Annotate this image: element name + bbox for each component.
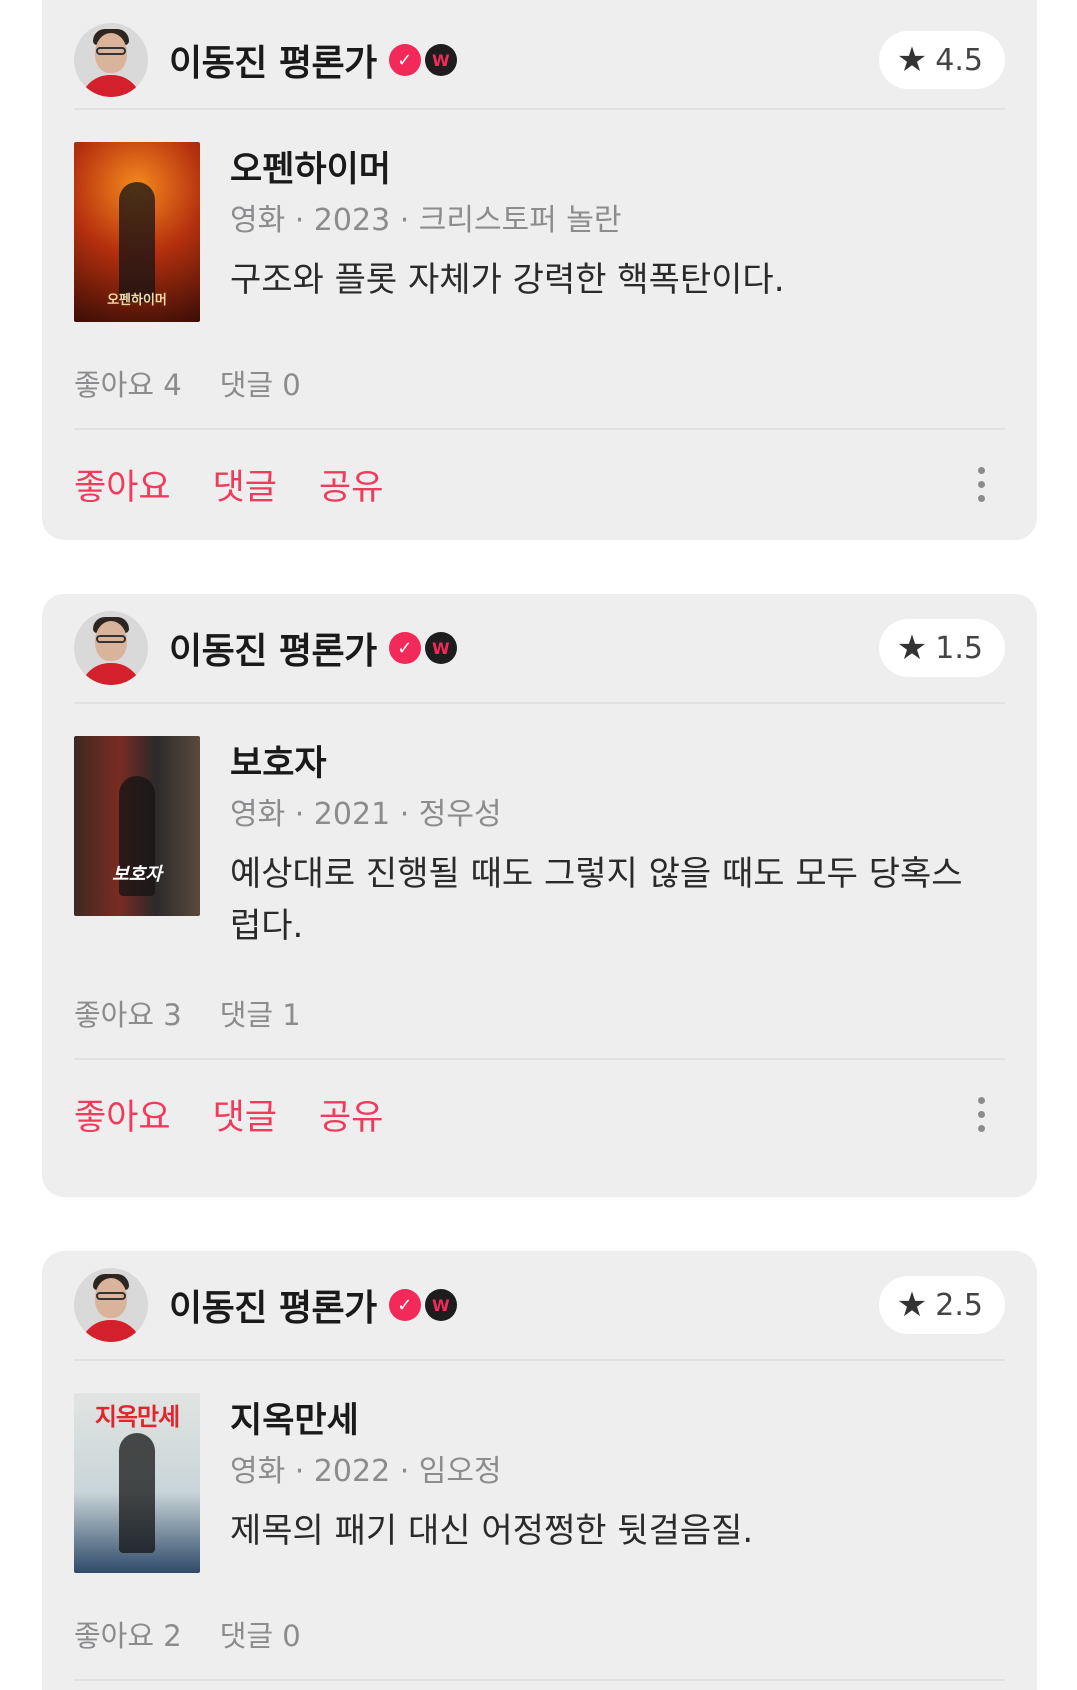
review-card: 이동진 평론가 ✓ W ★ 2.5 지옥만세 지옥만세 영화 · 2022 · … — [42, 1251, 1037, 1690]
verified-badge-icon: ✓ — [388, 44, 421, 76]
review-body[interactable]: 지옥만세 지옥만세 영화 · 2022 · 임오정 제목의 패기 대신 어정쩡한… — [74, 1361, 1005, 1573]
movie-title[interactable]: 지옥만세 — [230, 1399, 1005, 1443]
review-card: 이동진 평론가 ✓ W ★ 1.5 보호자 보호자 영화 · 2021 · 정우… — [42, 594, 1037, 1197]
like-button[interactable]: 좋아요 — [74, 1089, 171, 1140]
movie-poster[interactable]: 보호자 — [74, 736, 200, 916]
like-count: 좋아요 2 — [74, 1619, 182, 1653]
rating-pill: ★ 4.5 — [878, 31, 1005, 89]
like-count: 좋아요 3 — [74, 998, 182, 1032]
critic-name[interactable]: 이동진 평론가 — [169, 1279, 377, 1331]
review-stats: 좋아요 3 댓글 1 — [74, 952, 1005, 1060]
rating-value: 4.5 — [935, 42, 983, 78]
review-stats: 좋아요 4 댓글 0 — [74, 322, 1005, 430]
review-comment[interactable]: 구조와 플롯 자체가 강력한 핵폭탄이다. — [230, 254, 1005, 306]
review-comment[interactable]: 예상대로 진행될 때도 그렇지 않을 때도 모두 당혹스럽다. — [230, 848, 1005, 952]
movie-title[interactable]: 보호자 — [230, 742, 1005, 786]
more-vertical-icon[interactable] — [971, 466, 991, 502]
comment-button[interactable]: 댓글 — [213, 459, 277, 510]
review-body[interactable]: 오펜하이머 오펜하이머 영화 · 2023 · 크리스토퍼 놀란 구조와 플롯 … — [74, 110, 1005, 322]
review-feed: 이동진 평론가 ✓ W ★ 4.5 오펜하이머 오펜하이머 영화 · 2023 … — [0, 0, 1077, 1690]
rating-value: 2.5 — [935, 1287, 983, 1323]
movie-meta: 영화 · 2023 · 크리스토퍼 놀란 — [230, 203, 622, 238]
watcha-badge-icon: W — [424, 1289, 457, 1321]
star-icon: ★ — [896, 40, 928, 80]
poster-title: 지옥만세 — [94, 1403, 180, 1431]
review-stats: 좋아요 2 댓글 0 — [74, 1573, 1005, 1681]
review-actions: 좋아요 댓글 공유 — [74, 1060, 1005, 1168]
movie-meta: 영화 · 2022 · 임오정 — [230, 1454, 502, 1489]
more-vertical-icon[interactable] — [971, 1096, 991, 1132]
review-body[interactable]: 보호자 보호자 영화 · 2021 · 정우성 예상대로 진행될 때도 그렇지 … — [74, 704, 1005, 952]
comment-count: 댓글 0 — [219, 1619, 301, 1653]
share-button[interactable]: 공유 — [319, 459, 383, 510]
review-card: 이동진 평론가 ✓ W ★ 4.5 오펜하이머 오펜하이머 영화 · 2023 … — [42, 0, 1037, 540]
star-icon: ★ — [896, 1285, 928, 1325]
poster-title: 보호자 — [112, 864, 162, 885]
rating-pill: ★ 1.5 — [878, 619, 1005, 677]
critic-name[interactable]: 이동진 평론가 — [169, 34, 377, 86]
verified-badge-icon: ✓ — [388, 632, 421, 664]
comment-count: 댓글 0 — [219, 368, 301, 402]
poster-title: 오펜하이머 — [107, 293, 167, 308]
watcha-badge-icon: W — [424, 632, 457, 664]
like-count: 좋아요 4 — [74, 368, 182, 402]
rating-value: 1.5 — [935, 630, 983, 666]
review-comment[interactable]: 제목의 패기 대신 어정쩡한 뒷걸음질. — [230, 1505, 1005, 1557]
star-icon: ★ — [896, 628, 928, 668]
review-actions: 좋아요 댓글 공유 — [74, 430, 1005, 538]
critic-name[interactable]: 이동진 평론가 — [169, 622, 377, 674]
review-header: 이동진 평론가 ✓ W ★ 2.5 — [74, 1251, 1005, 1361]
share-button[interactable]: 공유 — [319, 1089, 383, 1140]
review-header: 이동진 평론가 ✓ W ★ 1.5 — [74, 594, 1005, 704]
watcha-badge-icon: W — [424, 44, 457, 76]
rating-pill: ★ 2.5 — [878, 1276, 1005, 1334]
comment-button[interactable]: 댓글 — [213, 1089, 277, 1140]
review-header: 이동진 평론가 ✓ W ★ 4.5 — [74, 0, 1005, 110]
avatar[interactable] — [74, 611, 148, 685]
avatar[interactable] — [74, 23, 148, 97]
avatar[interactable] — [74, 1268, 148, 1342]
movie-title[interactable]: 오펜하이머 — [230, 148, 1005, 192]
comment-count: 댓글 1 — [219, 998, 301, 1032]
movie-meta: 영화 · 2021 · 정우성 — [230, 797, 502, 832]
movie-poster[interactable]: 오펜하이머 — [74, 142, 200, 322]
movie-poster[interactable]: 지옥만세 — [74, 1393, 200, 1573]
verified-badge-icon: ✓ — [388, 1289, 421, 1321]
like-button[interactable]: 좋아요 — [74, 459, 171, 510]
